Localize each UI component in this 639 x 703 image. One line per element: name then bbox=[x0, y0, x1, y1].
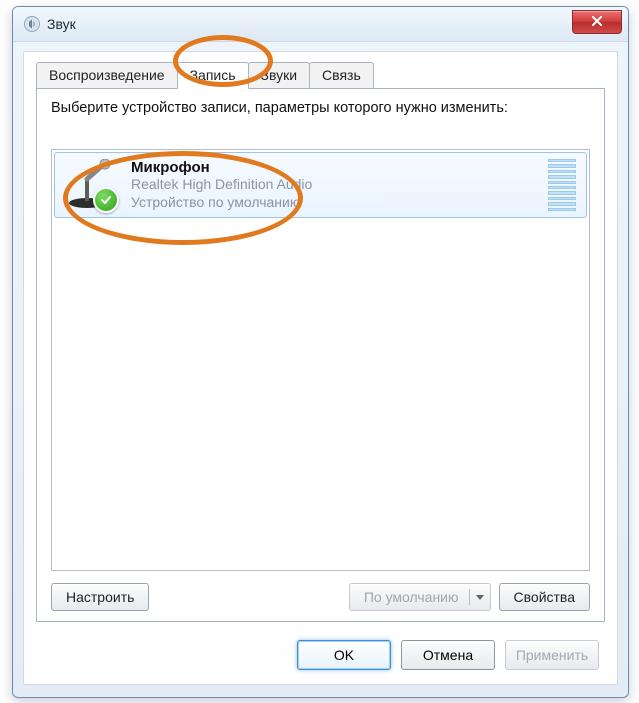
cancel-button[interactable]: Отмена bbox=[401, 640, 495, 670]
properties-button[interactable]: Свойства bbox=[499, 583, 590, 611]
configure-button[interactable]: Настроить bbox=[51, 583, 149, 611]
speaker-icon bbox=[23, 15, 41, 33]
device-name: Микрофон bbox=[131, 159, 540, 176]
instruction-text: Выберите устройство записи, параметры ко… bbox=[37, 89, 604, 122]
tab-recording[interactable]: Запись bbox=[177, 62, 249, 89]
sound-dialog-window: Звук Воспроизведение Запись Звуки Связь … bbox=[12, 6, 629, 698]
tab-playback[interactable]: Воспроизведение bbox=[36, 62, 178, 88]
device-row[interactable]: Микрофон Realtek High Definition Audio У… bbox=[54, 152, 587, 218]
tab-communications[interactable]: Связь bbox=[309, 62, 374, 88]
tab-sounds[interactable]: Звуки bbox=[248, 62, 311, 88]
apply-button[interactable]: Применить bbox=[505, 640, 599, 670]
panel-button-row: Настроить По умолчанию Свойства bbox=[51, 583, 590, 611]
device-text: Микрофон Realtek High Definition Audio У… bbox=[131, 159, 540, 211]
titlebar: Звук bbox=[13, 7, 628, 42]
close-icon bbox=[591, 14, 603, 30]
device-list[interactable]: Микрофон Realtek High Definition Audio У… bbox=[51, 149, 590, 571]
dialog-button-row: OK Отмена Применить bbox=[287, 640, 599, 670]
ok-button[interactable]: OK bbox=[297, 640, 391, 670]
device-driver: Realtek High Definition Audio bbox=[131, 176, 540, 194]
microphone-icon bbox=[65, 159, 117, 211]
tabstrip: Воспроизведение Запись Звуки Связь bbox=[24, 56, 617, 88]
window-title: Звук bbox=[47, 16, 76, 32]
close-button[interactable] bbox=[572, 10, 622, 34]
default-check-icon bbox=[93, 187, 119, 213]
device-status: Устройство по умолчанию bbox=[131, 194, 540, 212]
client-area: Воспроизведение Запись Звуки Связь Выбер… bbox=[23, 51, 618, 685]
set-default-button[interactable]: По умолчанию bbox=[349, 583, 491, 611]
chevron-down-icon bbox=[476, 595, 484, 600]
level-meter bbox=[548, 159, 576, 211]
tab-panel-recording: Выберите устройство записи, параметры ко… bbox=[36, 88, 605, 622]
